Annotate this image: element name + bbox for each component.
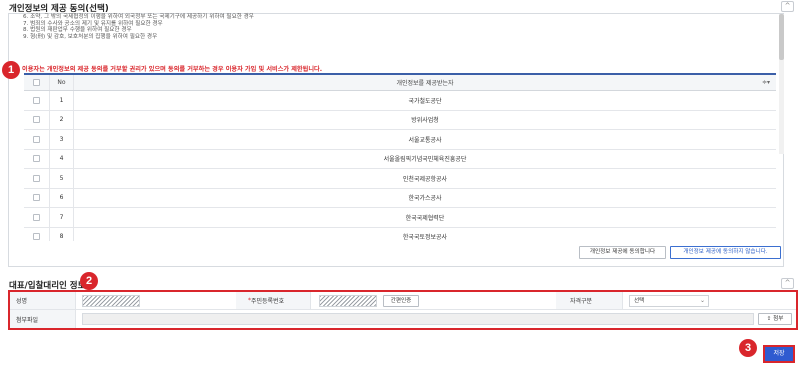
qualification-label: 자격구분 — [556, 292, 623, 309]
row-checkbox-cell[interactable] — [24, 169, 50, 188]
notice-line: 8. 법원의 재판업무 수행을 위하여 필요한 경우 — [23, 27, 132, 34]
row-no: 2 — [50, 110, 74, 129]
row-no: 4 — [50, 149, 74, 168]
row-no: 5 — [50, 169, 74, 188]
row-checkbox[interactable] — [33, 233, 40, 241]
header-checkbox-cell[interactable] — [24, 75, 50, 90]
table-row[interactable]: 6 한국가스공사 — [24, 188, 776, 208]
consent-warning-text: 이용자는 개인정보의 제공 동의를 거부할 권리가 있으며 동의를 거부하는 경… — [22, 66, 323, 73]
rrn-field-cell: 간편인증 — [311, 294, 556, 307]
row-checkbox[interactable] — [33, 155, 40, 163]
recipient-table: No 개인정보를 제공받는자 ≑▾ 1 국가철도공단 2 방위사업청 3 서울교… — [24, 73, 776, 241]
row-org: 한국가스공사 — [408, 195, 442, 203]
row-checkbox-cell[interactable] — [24, 227, 50, 241]
notice-line: 7. 범죄의 수사와 공소의 제기 및 유지를 위하여 필요한 경우 — [23, 20, 163, 27]
row-checkbox-cell[interactable] — [24, 110, 50, 129]
row-checkbox[interactable] — [33, 135, 40, 143]
table-row[interactable]: 5 인천국제공항공사 — [24, 169, 776, 189]
row-org: 서울교통공사 — [408, 136, 442, 144]
table-row[interactable]: 8 한국국토정보공사 — [24, 227, 776, 241]
table-row[interactable]: 4 서울올림픽기념국민체육진흥공단 — [24, 149, 776, 169]
row-org: 인천국제공항공사 — [402, 175, 448, 183]
row-org: 서울올림픽기념국민체육진흥공단 — [383, 156, 467, 164]
representative-collapse-button[interactable]: ^ — [781, 278, 794, 289]
table-row[interactable]: 3 서울교통공사 — [24, 130, 776, 150]
row-no: 1 — [50, 91, 74, 110]
qualification-cell: 선택 ⌄ — [623, 294, 796, 307]
row-checkbox[interactable] — [33, 194, 40, 202]
notice-scrollbar-thumb[interactable] — [779, 14, 784, 60]
consent-notice-text: 6. 조약, 그 밖의 국제협정의 이행을 위하여 외국정부 또는 국제기구에 … — [23, 14, 763, 40]
step-badge-1: 1 — [2, 61, 20, 79]
notice-line: 9. 형(刑) 및 감호, 보호처분의 집행을 위하여 필요한 경우 — [23, 33, 158, 40]
name-field-cell — [76, 294, 236, 307]
attachment-cell: ⇪ 첨부 — [76, 313, 796, 325]
step-badge-2: 2 — [80, 272, 98, 290]
row-checkbox-cell[interactable] — [24, 91, 50, 110]
attachment-file-field[interactable] — [82, 313, 754, 325]
qualification-select-value: 선택 — [634, 297, 645, 304]
row-org: 방위사업청 — [411, 117, 439, 125]
form-row-identity: 성명 * 주민등록번호 간편인증 자격구분 선택 ⌄ — [10, 292, 796, 310]
attach-button[interactable]: ⇪ 첨부 — [758, 313, 792, 325]
header-recipient: 개인정보를 제공받는자 — [396, 80, 454, 87]
table-row[interactable]: 7 한국국제협력단 — [24, 208, 776, 228]
attach-button-label: 첨부 — [773, 316, 784, 322]
simple-auth-button[interactable]: 간편인증 — [383, 294, 419, 307]
rrn-field-masked[interactable] — [319, 294, 377, 307]
upload-icon: ⇪ — [766, 316, 772, 322]
row-no: 3 — [50, 130, 74, 149]
table-header: No 개인정보를 제공받는자 ≑▾ — [24, 75, 776, 91]
name-field-masked[interactable] — [82, 294, 140, 307]
attachment-label: 첨부파일 — [10, 310, 76, 328]
row-org: 한국국제협력단 — [405, 214, 445, 222]
agree-button[interactable]: 개인정보 제공에 동의합니다 — [579, 246, 666, 259]
chevron-down-icon: ⌄ — [699, 296, 705, 304]
column-sort-icon[interactable]: ≑▾ — [762, 79, 770, 86]
row-no: 7 — [50, 208, 74, 227]
table-row[interactable]: 1 국가철도공단 — [24, 91, 776, 111]
row-checkbox-cell[interactable] — [24, 188, 50, 207]
header-no: No — [50, 75, 74, 90]
table-row[interactable]: 2 방위사업청 — [24, 110, 776, 130]
row-checkbox-cell[interactable] — [24, 149, 50, 168]
row-checkbox[interactable] — [33, 96, 40, 104]
row-org: 한국국토정보공사 — [402, 234, 448, 241]
representative-form: 성명 * 주민등록번호 간편인증 자격구분 선택 ⌄ 첨부파일 ⇪ 첨부 — [8, 290, 798, 330]
step-badge-3: 3 — [739, 339, 757, 357]
form-row-attachment: 첨부파일 ⇪ 첨부 — [10, 310, 796, 328]
row-org: 국가철도공단 — [408, 97, 442, 105]
qualification-select[interactable]: 선택 ⌄ — [629, 294, 709, 307]
row-no: 6 — [50, 188, 74, 207]
row-checkbox-cell[interactable] — [24, 208, 50, 227]
save-button[interactable]: 저장 — [763, 345, 795, 363]
disagree-button[interactable]: 개인정보 제공에 동의하지 않습니다. — [670, 246, 781, 259]
row-checkbox[interactable] — [33, 213, 40, 221]
consent-collapse-button[interactable]: ^ — [781, 1, 794, 12]
name-label: 성명 — [10, 292, 76, 309]
row-checkbox[interactable] — [33, 174, 40, 182]
notice-line: 6. 조약, 그 밖의 국제협정의 이행을 위하여 외국정부 또는 국제기구에 … — [23, 14, 254, 20]
row-checkbox-cell[interactable] — [24, 130, 50, 149]
rrn-label-text: 주민등록번호 — [251, 298, 285, 305]
row-no: 8 — [50, 227, 74, 241]
rrn-label: * 주민등록번호 — [236, 292, 311, 309]
row-checkbox[interactable] — [33, 116, 40, 124]
select-all-checkbox[interactable] — [33, 79, 40, 86]
